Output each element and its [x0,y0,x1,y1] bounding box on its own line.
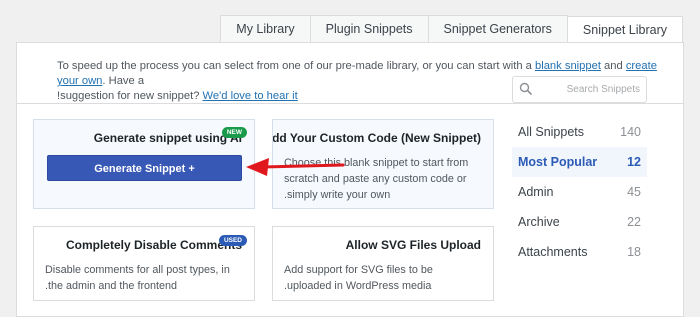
pointer-arrow-icon [246,158,345,176]
tab-snippet-generators[interactable]: Snippet Generators [427,15,568,42]
category-label: Archive [518,215,560,229]
card-generate-ai[interactable]: Generate snippet using AI NEW Generate S… [33,119,255,209]
card-title: Completely Disable Comments [65,238,242,252]
tab-plugin-snippets[interactable]: Plugin Snippets [309,15,429,42]
category-admin[interactable]: Admin 45 [512,177,647,207]
category-archive[interactable]: Archive 22 [512,207,647,237]
category-count: 45 [627,185,641,199]
category-count: 12 [627,155,641,169]
tab-my-library[interactable]: My Library [220,15,311,42]
card-title: Add Your Custom Code (New Snippet) [272,131,481,145]
category-attachments[interactable]: Attachments 18 [512,237,647,267]
category-list: All Snippets 140 Most Popular 12 Admin 4… [512,117,647,267]
love-to-hear-link[interactable]: We'd love to hear it [203,90,298,102]
search-placeholder: Search Snippets [566,84,640,95]
tab-bar: My Library Plugin Snippets Snippet Gener… [220,15,683,43]
intro-text-4: suggestion for new snippet? [60,90,203,102]
search-icon [518,81,534,102]
tab-snippet-library[interactable]: Snippet Library [566,16,683,43]
category-count: 18 [627,245,641,259]
category-label: Attachments [518,245,588,259]
category-count: 22 [627,215,641,229]
card-description: Add support for SVG files to be uploaded… [284,264,433,292]
card-description: Disable comments for all post types, in … [45,264,230,292]
category-label: All Snippets [518,125,585,139]
category-all-snippets[interactable]: All Snippets 140 [512,117,647,147]
category-label: Most Popular [518,155,598,169]
category-sidebar: Search Snippets All Snippets 140 Most Po… [512,76,652,267]
blank-snippet-link[interactable]: blank snippet [535,60,601,72]
new-badge: NEW [221,127,247,138]
generate-snippet-button[interactable]: Generate Snippet + [47,155,242,181]
card-title: Generate snippet using AI [93,131,242,145]
search-snippets-input[interactable]: Search Snippets [512,76,647,103]
category-most-popular[interactable]: Most Popular 12 [512,147,647,177]
intro-text-3: . Have a [102,75,145,87]
intro-text-2: and [600,60,626,72]
category-count: 140 [620,125,641,139]
card-disable-comments[interactable]: Completely Disable Comments USED Disable… [33,226,255,301]
category-label: Admin [518,185,554,199]
used-badge: USED [218,235,247,246]
card-svg-upload[interactable]: Allow SVG Files Upload Add support for S… [272,226,494,301]
card-title: Allow SVG Files Upload [345,238,481,252]
intro-text-1: To speed up the process you can select f… [57,60,535,72]
